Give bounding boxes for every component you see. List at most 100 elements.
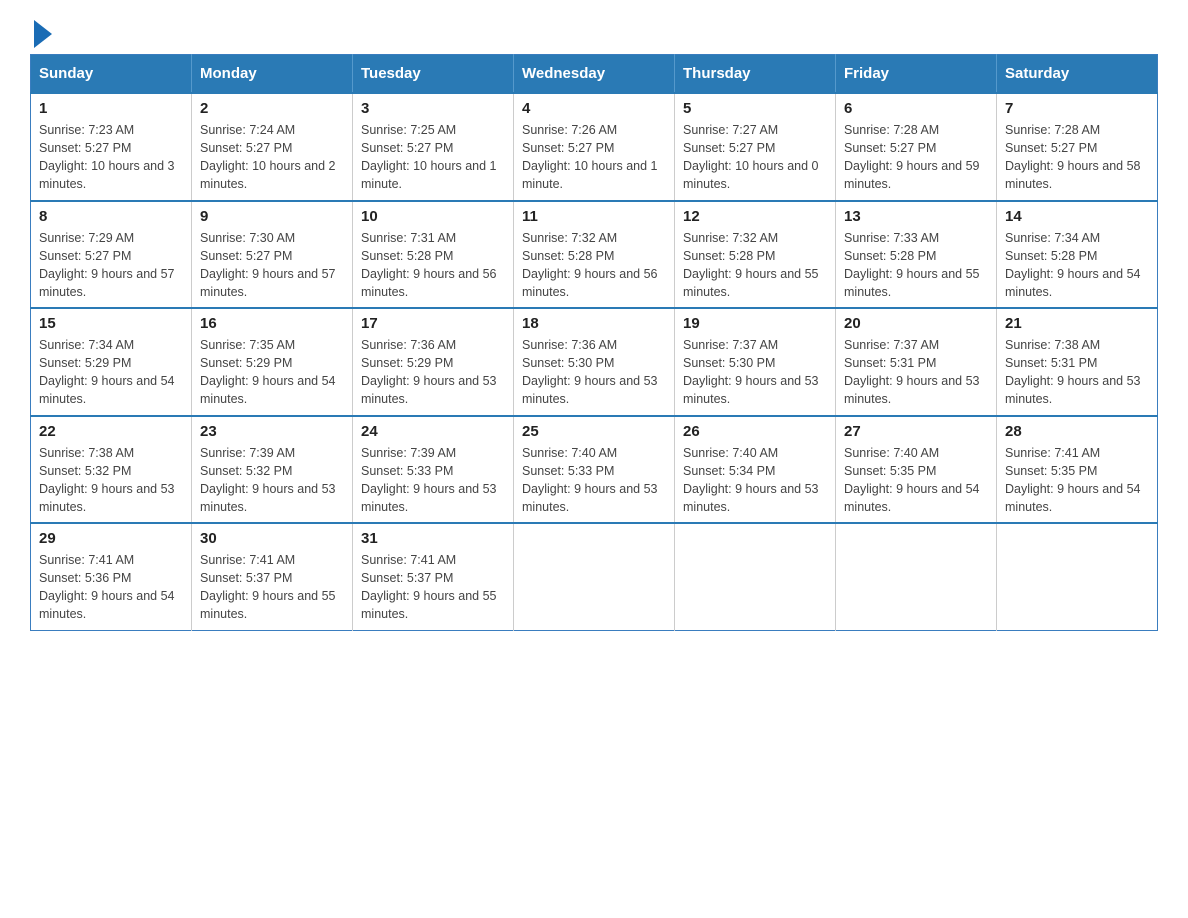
calendar-cell: 12 Sunrise: 7:32 AMSunset: 5:28 PMDaylig… bbox=[675, 201, 836, 309]
day-info: Sunrise: 7:23 AMSunset: 5:27 PMDaylight:… bbox=[39, 121, 183, 194]
day-number: 19 bbox=[683, 315, 827, 332]
day-info: Sunrise: 7:39 AMSunset: 5:33 PMDaylight:… bbox=[361, 444, 505, 517]
day-info: Sunrise: 7:28 AMSunset: 5:27 PMDaylight:… bbox=[844, 121, 988, 194]
day-info: Sunrise: 7:25 AMSunset: 5:27 PMDaylight:… bbox=[361, 121, 505, 194]
calendar-week-row: 29 Sunrise: 7:41 AMSunset: 5:36 PMDaylig… bbox=[31, 523, 1158, 630]
day-number: 31 bbox=[361, 530, 505, 547]
weekday-header-row: SundayMondayTuesdayWednesdayThursdayFrid… bbox=[31, 55, 1158, 94]
day-number: 7 bbox=[1005, 100, 1149, 117]
day-info: Sunrise: 7:29 AMSunset: 5:27 PMDaylight:… bbox=[39, 229, 183, 302]
weekday-header-sunday: Sunday bbox=[31, 55, 192, 94]
day-number: 13 bbox=[844, 208, 988, 225]
calendar-cell: 18 Sunrise: 7:36 AMSunset: 5:30 PMDaylig… bbox=[514, 308, 675, 416]
calendar-cell: 8 Sunrise: 7:29 AMSunset: 5:27 PMDayligh… bbox=[31, 201, 192, 309]
calendar-cell: 13 Sunrise: 7:33 AMSunset: 5:28 PMDaylig… bbox=[836, 201, 997, 309]
calendar-week-row: 8 Sunrise: 7:29 AMSunset: 5:27 PMDayligh… bbox=[31, 201, 1158, 309]
calendar-cell: 9 Sunrise: 7:30 AMSunset: 5:27 PMDayligh… bbox=[192, 201, 353, 309]
day-number: 9 bbox=[200, 208, 344, 225]
calendar-cell: 22 Sunrise: 7:38 AMSunset: 5:32 PMDaylig… bbox=[31, 416, 192, 524]
weekday-header-saturday: Saturday bbox=[997, 55, 1158, 94]
day-info: Sunrise: 7:31 AMSunset: 5:28 PMDaylight:… bbox=[361, 229, 505, 302]
day-info: Sunrise: 7:38 AMSunset: 5:32 PMDaylight:… bbox=[39, 444, 183, 517]
day-number: 15 bbox=[39, 315, 183, 332]
calendar-cell: 26 Sunrise: 7:40 AMSunset: 5:34 PMDaylig… bbox=[675, 416, 836, 524]
weekday-header-wednesday: Wednesday bbox=[514, 55, 675, 94]
day-info: Sunrise: 7:24 AMSunset: 5:27 PMDaylight:… bbox=[200, 121, 344, 194]
day-info: Sunrise: 7:35 AMSunset: 5:29 PMDaylight:… bbox=[200, 336, 344, 409]
calendar-cell: 7 Sunrise: 7:28 AMSunset: 5:27 PMDayligh… bbox=[997, 93, 1158, 201]
day-info: Sunrise: 7:26 AMSunset: 5:27 PMDaylight:… bbox=[522, 121, 666, 194]
day-info: Sunrise: 7:41 AMSunset: 5:37 PMDaylight:… bbox=[361, 551, 505, 624]
day-number: 1 bbox=[39, 100, 183, 117]
day-number: 20 bbox=[844, 315, 988, 332]
calendar-cell: 6 Sunrise: 7:28 AMSunset: 5:27 PMDayligh… bbox=[836, 93, 997, 201]
day-info: Sunrise: 7:37 AMSunset: 5:31 PMDaylight:… bbox=[844, 336, 988, 409]
calendar-cell: 10 Sunrise: 7:31 AMSunset: 5:28 PMDaylig… bbox=[353, 201, 514, 309]
calendar-cell: 30 Sunrise: 7:41 AMSunset: 5:37 PMDaylig… bbox=[192, 523, 353, 630]
weekday-header-friday: Friday bbox=[836, 55, 997, 94]
day-info: Sunrise: 7:34 AMSunset: 5:29 PMDaylight:… bbox=[39, 336, 183, 409]
day-number: 3 bbox=[361, 100, 505, 117]
weekday-header-monday: Monday bbox=[192, 55, 353, 94]
calendar-cell: 16 Sunrise: 7:35 AMSunset: 5:29 PMDaylig… bbox=[192, 308, 353, 416]
calendar-cell: 29 Sunrise: 7:41 AMSunset: 5:36 PMDaylig… bbox=[31, 523, 192, 630]
day-number: 2 bbox=[200, 100, 344, 117]
calendar-cell: 17 Sunrise: 7:36 AMSunset: 5:29 PMDaylig… bbox=[353, 308, 514, 416]
calendar-cell: 11 Sunrise: 7:32 AMSunset: 5:28 PMDaylig… bbox=[514, 201, 675, 309]
day-info: Sunrise: 7:40 AMSunset: 5:35 PMDaylight:… bbox=[844, 444, 988, 517]
calendar-week-row: 22 Sunrise: 7:38 AMSunset: 5:32 PMDaylig… bbox=[31, 416, 1158, 524]
day-number: 10 bbox=[361, 208, 505, 225]
calendar-cell: 5 Sunrise: 7:27 AMSunset: 5:27 PMDayligh… bbox=[675, 93, 836, 201]
day-info: Sunrise: 7:41 AMSunset: 5:35 PMDaylight:… bbox=[1005, 444, 1149, 517]
calendar-cell: 20 Sunrise: 7:37 AMSunset: 5:31 PMDaylig… bbox=[836, 308, 997, 416]
calendar-cell bbox=[675, 523, 836, 630]
day-info: Sunrise: 7:32 AMSunset: 5:28 PMDaylight:… bbox=[522, 229, 666, 302]
logo bbox=[30, 20, 52, 44]
calendar-cell: 2 Sunrise: 7:24 AMSunset: 5:27 PMDayligh… bbox=[192, 93, 353, 201]
logo-arrow-icon bbox=[34, 20, 52, 48]
calendar-cell bbox=[836, 523, 997, 630]
weekday-header-tuesday: Tuesday bbox=[353, 55, 514, 94]
weekday-header-thursday: Thursday bbox=[675, 55, 836, 94]
day-number: 27 bbox=[844, 423, 988, 440]
day-info: Sunrise: 7:40 AMSunset: 5:33 PMDaylight:… bbox=[522, 444, 666, 517]
calendar-table: SundayMondayTuesdayWednesdayThursdayFrid… bbox=[30, 54, 1158, 631]
day-info: Sunrise: 7:40 AMSunset: 5:34 PMDaylight:… bbox=[683, 444, 827, 517]
day-info: Sunrise: 7:37 AMSunset: 5:30 PMDaylight:… bbox=[683, 336, 827, 409]
day-info: Sunrise: 7:34 AMSunset: 5:28 PMDaylight:… bbox=[1005, 229, 1149, 302]
calendar-cell: 25 Sunrise: 7:40 AMSunset: 5:33 PMDaylig… bbox=[514, 416, 675, 524]
day-info: Sunrise: 7:38 AMSunset: 5:31 PMDaylight:… bbox=[1005, 336, 1149, 409]
day-number: 12 bbox=[683, 208, 827, 225]
day-number: 17 bbox=[361, 315, 505, 332]
calendar-week-row: 15 Sunrise: 7:34 AMSunset: 5:29 PMDaylig… bbox=[31, 308, 1158, 416]
day-number: 18 bbox=[522, 315, 666, 332]
calendar-cell: 19 Sunrise: 7:37 AMSunset: 5:30 PMDaylig… bbox=[675, 308, 836, 416]
day-number: 23 bbox=[200, 423, 344, 440]
day-number: 14 bbox=[1005, 208, 1149, 225]
calendar-cell: 15 Sunrise: 7:34 AMSunset: 5:29 PMDaylig… bbox=[31, 308, 192, 416]
day-info: Sunrise: 7:39 AMSunset: 5:32 PMDaylight:… bbox=[200, 444, 344, 517]
calendar-cell: 4 Sunrise: 7:26 AMSunset: 5:27 PMDayligh… bbox=[514, 93, 675, 201]
day-number: 28 bbox=[1005, 423, 1149, 440]
calendar-cell: 27 Sunrise: 7:40 AMSunset: 5:35 PMDaylig… bbox=[836, 416, 997, 524]
page-header bbox=[30, 20, 1158, 44]
day-number: 5 bbox=[683, 100, 827, 117]
day-info: Sunrise: 7:36 AMSunset: 5:30 PMDaylight:… bbox=[522, 336, 666, 409]
day-info: Sunrise: 7:41 AMSunset: 5:36 PMDaylight:… bbox=[39, 551, 183, 624]
calendar-cell: 28 Sunrise: 7:41 AMSunset: 5:35 PMDaylig… bbox=[997, 416, 1158, 524]
day-number: 8 bbox=[39, 208, 183, 225]
day-info: Sunrise: 7:28 AMSunset: 5:27 PMDaylight:… bbox=[1005, 121, 1149, 194]
day-number: 4 bbox=[522, 100, 666, 117]
day-number: 30 bbox=[200, 530, 344, 547]
calendar-cell bbox=[997, 523, 1158, 630]
calendar-cell: 23 Sunrise: 7:39 AMSunset: 5:32 PMDaylig… bbox=[192, 416, 353, 524]
day-number: 24 bbox=[361, 423, 505, 440]
day-number: 6 bbox=[844, 100, 988, 117]
day-number: 21 bbox=[1005, 315, 1149, 332]
calendar-cell: 1 Sunrise: 7:23 AMSunset: 5:27 PMDayligh… bbox=[31, 93, 192, 201]
calendar-cell: 14 Sunrise: 7:34 AMSunset: 5:28 PMDaylig… bbox=[997, 201, 1158, 309]
day-info: Sunrise: 7:32 AMSunset: 5:28 PMDaylight:… bbox=[683, 229, 827, 302]
day-info: Sunrise: 7:30 AMSunset: 5:27 PMDaylight:… bbox=[200, 229, 344, 302]
day-number: 26 bbox=[683, 423, 827, 440]
day-info: Sunrise: 7:36 AMSunset: 5:29 PMDaylight:… bbox=[361, 336, 505, 409]
